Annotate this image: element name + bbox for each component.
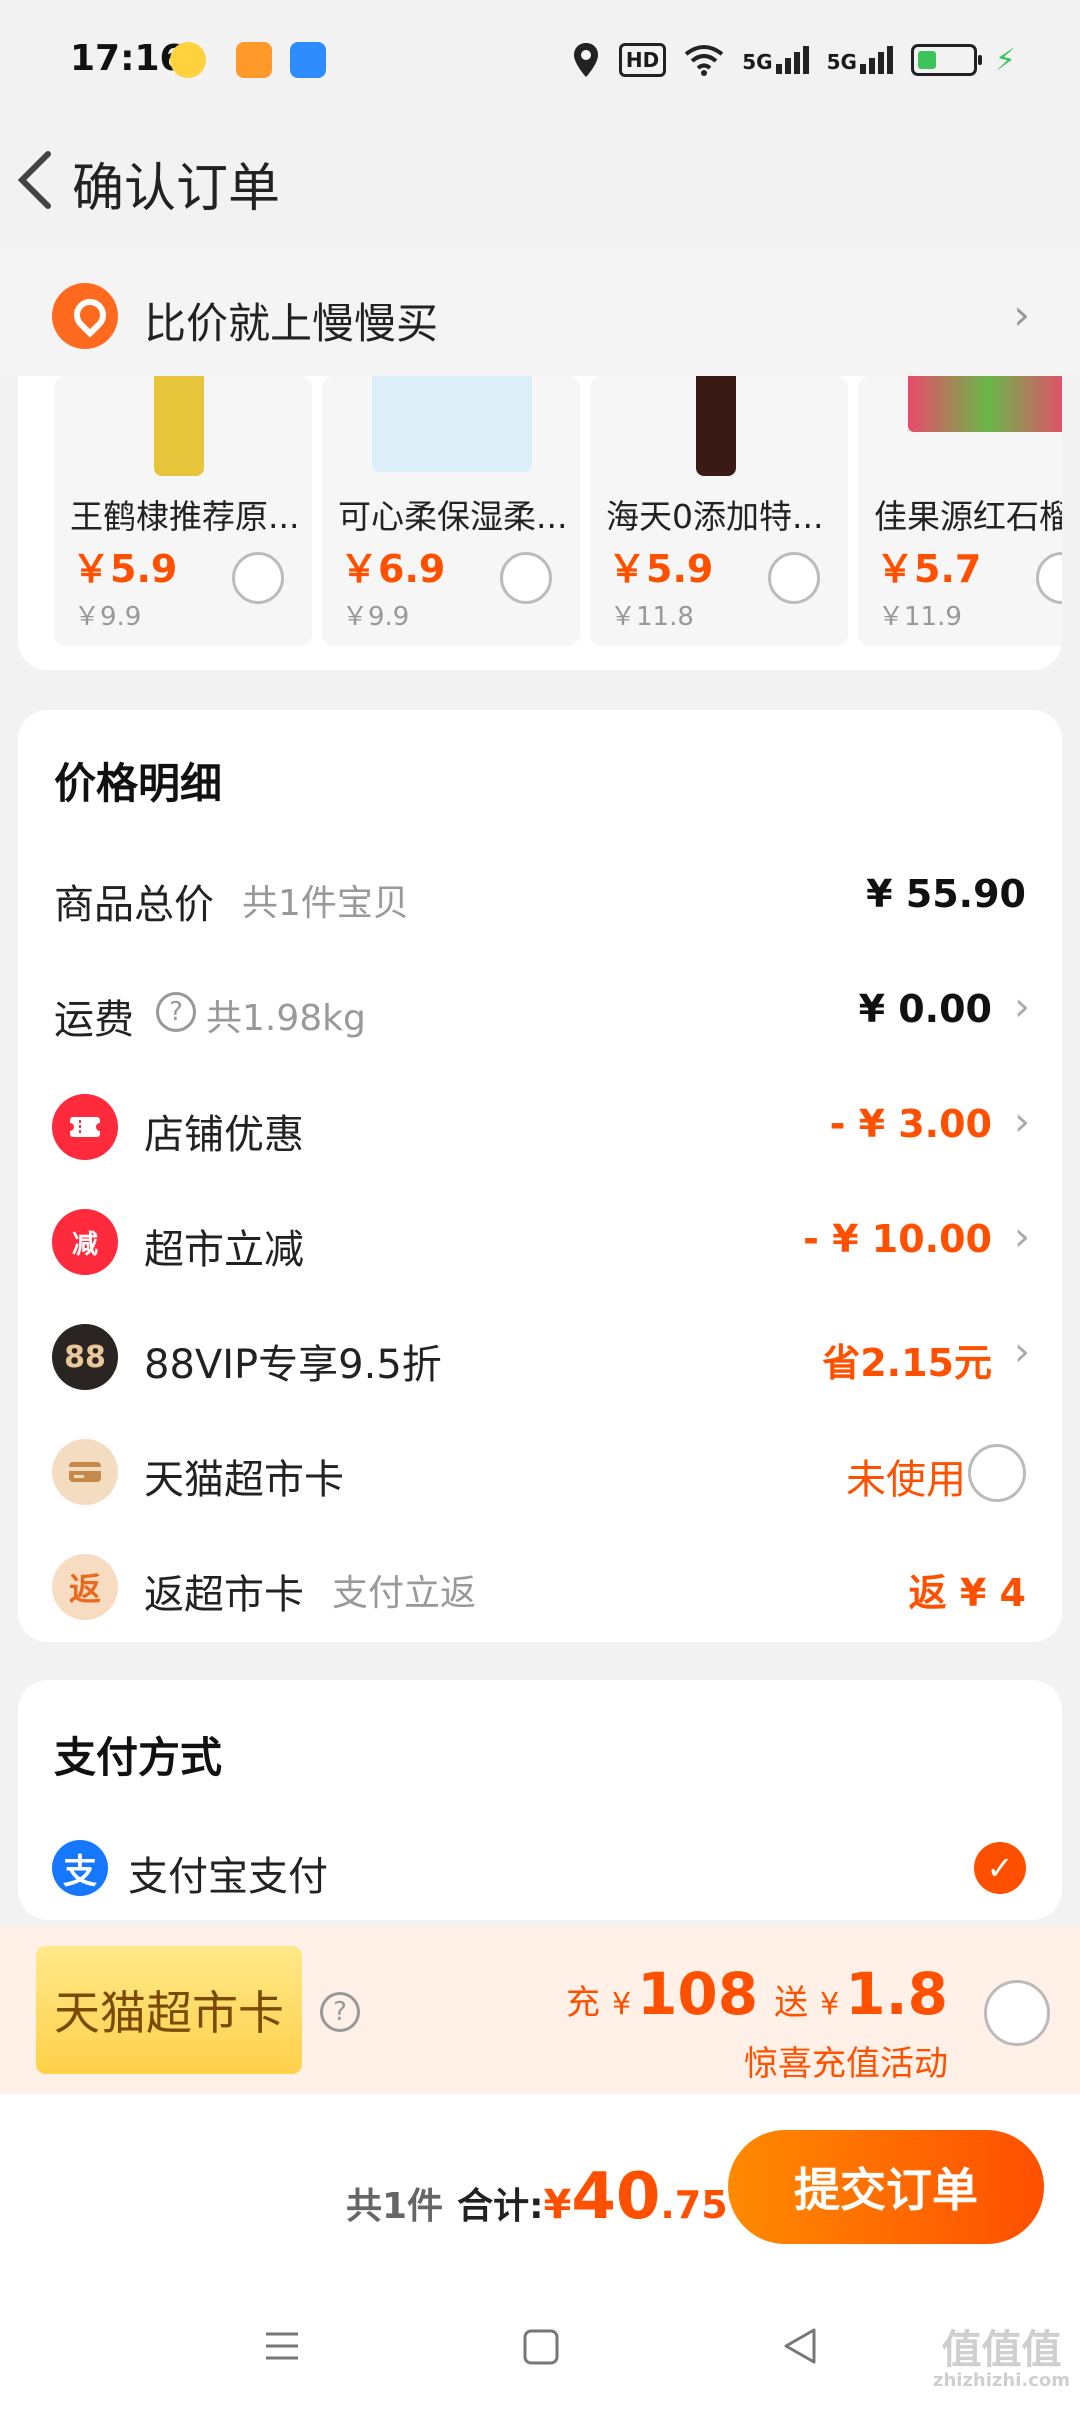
recharge-radio[interactable] <box>984 1980 1050 2046</box>
goods-total-value: ¥ 55.90 <box>866 872 1026 916</box>
chevron-right-icon[interactable]: › <box>1014 1099 1030 1145</box>
help-icon[interactable]: ? <box>156 992 196 1032</box>
market-card-label: 天猫超市卡 <box>144 1457 344 1503</box>
goods-count-text: 共1件宝贝 <box>242 883 409 924</box>
wifi-icon <box>685 45 724 76</box>
alipay-label[interactable]: 支付宝支付 <box>128 1844 328 1902</box>
product-image <box>372 376 532 472</box>
location-icon <box>573 43 598 77</box>
chevron-right-icon[interactable]: › <box>1013 290 1030 339</box>
menu-icon[interactable] <box>262 2326 302 2366</box>
watermark: 值值值 zhizhizhi.com <box>932 2327 1070 2391</box>
product-select-radio[interactable] <box>500 552 552 604</box>
status-time: 17:16 <box>70 38 185 79</box>
shipping-value: ¥ 0.00 <box>858 987 992 1031</box>
product-name: 海天0添加特... <box>606 497 824 536</box>
product-image <box>154 376 204 476</box>
selected-check-icon[interactable]: ✓ <box>974 1842 1026 1894</box>
product-price: ￥5.9 <box>608 547 714 591</box>
coupon-icon <box>52 1094 118 1160</box>
page-title: 确认订单 <box>72 159 281 219</box>
store-discount-value: - ¥ 3.00 <box>829 1102 992 1146</box>
chevron-right-icon[interactable]: › <box>1014 1329 1030 1375</box>
recharge-offer: 充 ¥ 108 送 ¥ 1.8 <box>565 1960 948 2028</box>
chevron-right-icon[interactable]: › <box>1014 1214 1030 1260</box>
app-notification-icon <box>290 42 326 78</box>
product-price: ￥6.9 <box>340 547 446 591</box>
submit-order-button[interactable]: 提交订单 <box>728 2130 1044 2244</box>
status-icons: HD 5G 5G ⚡ <box>571 40 1016 80</box>
cashback-icon: 返 <box>52 1554 118 1620</box>
product-price: ￥5.9 <box>72 547 178 591</box>
alipay-icon: 支 <box>52 1840 108 1896</box>
chevron-right-icon[interactable]: › <box>1014 984 1030 1030</box>
product-card[interactable]: 王鹤棣推荐原... ￥5.9 ￥9.9 <box>54 376 312 646</box>
product-select-radio[interactable] <box>768 552 820 604</box>
store-discount-label: 店铺优惠 <box>144 1112 304 1158</box>
product-old-price: ￥9.9 <box>74 602 142 632</box>
back-arrow-icon[interactable] <box>10 148 60 212</box>
battery-icon <box>910 44 982 76</box>
signal-5g-icon: 5G <box>742 46 809 74</box>
product-name: 可心柔保湿柔... <box>338 497 568 536</box>
vip-88-icon: 88 <box>52 1324 118 1390</box>
market-cut-label: 超市立减 <box>144 1227 304 1273</box>
charging-icon: ⚡ <box>994 42 1016 78</box>
total-label: 合计: <box>457 2186 544 2227</box>
back-icon[interactable] <box>780 2326 820 2366</box>
product-select-radio[interactable] <box>232 552 284 604</box>
product-old-price: ￥11.9 <box>878 602 962 632</box>
product-image <box>696 376 736 476</box>
cashback-value: 返 ¥ 4 <box>908 1571 1026 1615</box>
app-notification-icon <box>236 42 272 78</box>
market-cut-value: - ¥ 10.00 <box>803 1217 992 1261</box>
item-count: 共1件 <box>346 2186 444 2227</box>
payment-title: 支付方式 <box>54 1733 223 1782</box>
hd-icon: HD <box>618 43 667 77</box>
product-name: 王鹤棣推荐原... <box>70 497 300 536</box>
product-card[interactable]: 海天0添加特... ￥5.9 ￥11.8 <box>590 376 848 646</box>
recharge-caption: 惊喜充值活动 <box>744 2044 948 2084</box>
product-old-price: ￥11.8 <box>610 602 694 632</box>
cashback-sub: 支付立返 <box>332 1573 477 1614</box>
vip-savings-value: 省2.15元 <box>822 1341 992 1385</box>
product-card[interactable]: 可心柔保湿柔... ￥6.9 ￥9.9 <box>322 376 580 646</box>
shipping-weight: 共1.98kg <box>206 998 366 1039</box>
signal-5g-icon: 5G <box>827 46 893 74</box>
vip-label: 88VIP专享9.5折 <box>144 1342 442 1388</box>
discount-icon: 减 <box>52 1209 118 1275</box>
recommended-products: 王鹤棣推荐原... ￥5.9 ￥9.9 可心柔保湿柔... ￥6.9 ￥9.9 … <box>18 376 1062 670</box>
card-icon <box>52 1439 118 1505</box>
location-pin-icon <box>52 283 118 349</box>
product-price: ￥5.7 <box>876 547 982 591</box>
goods-total-label: 商品总价 <box>54 882 214 928</box>
shipping-label: 运费 <box>54 997 134 1043</box>
help-icon[interactable]: ? <box>320 1992 360 2032</box>
price-detail-title: 价格明细 <box>54 759 223 808</box>
status-bar: 17:16 HD 5G 5G ⚡ <box>0 0 1080 120</box>
cashback-label: 返超市卡 <box>144 1572 304 1618</box>
product-card[interactable]: 佳果源红石榴 ￥5.7 ￥11.9 <box>858 376 1062 646</box>
market-card-status: 未使用 <box>846 1457 966 1503</box>
product-image <box>908 376 1062 432</box>
product-select-radio[interactable] <box>1036 552 1062 604</box>
total-amount: 40 <box>571 2160 661 2234</box>
app-notification-icon <box>170 42 206 78</box>
banner-text: 比价就上慢慢买 <box>144 299 439 348</box>
market-card-badge: 天猫超市卡 <box>36 1946 302 2074</box>
product-name: 佳果源红石榴 <box>874 497 1062 536</box>
market-card-radio[interactable] <box>968 1444 1026 1502</box>
home-icon[interactable] <box>522 2328 560 2366</box>
order-total: 共1件 合计: ¥ 40 .75 <box>346 2160 728 2234</box>
product-old-price: ￥9.9 <box>342 602 410 632</box>
